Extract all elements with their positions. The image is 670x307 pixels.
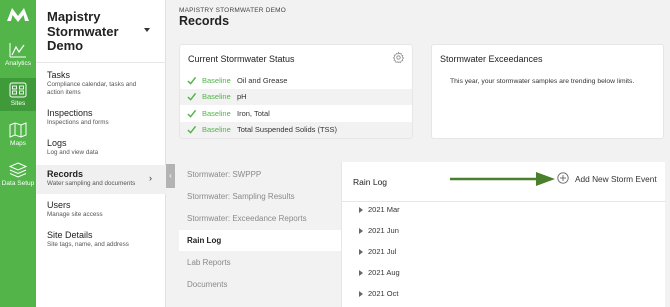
month-label: 2021 Aug <box>368 268 400 277</box>
rail-maps-label: Maps <box>10 140 26 147</box>
records-item-lab-reports[interactable]: Lab Reports <box>179 252 341 273</box>
nav-item-title: Logs <box>47 138 67 148</box>
month-group[interactable]: 2021 Jul <box>359 246 659 260</box>
check-icon <box>187 92 196 101</box>
maps-icon <box>9 122 27 138</box>
nav-item-title: Users <box>47 200 71 210</box>
breadcrumb[interactable]: MAPISTRY STORMWATER DEMO <box>179 7 286 14</box>
month-group[interactable]: 2021 Oct <box>359 288 659 302</box>
month-group[interactable]: 2021 Mar <box>359 204 659 218</box>
side-nav: Mapistry Stormwater Demo Tasks Complianc… <box>36 0 166 307</box>
records-item-rain-log[interactable]: Rain Log <box>179 230 341 251</box>
caret-right-icon <box>359 270 363 276</box>
caret-right-icon <box>359 249 363 255</box>
gear-icon[interactable] <box>392 51 405 64</box>
nav-item-subtitle: Manage site access <box>47 211 103 218</box>
status-row: Baseline Iron, Total <box>180 106 412 122</box>
parameter-name: Oil and Grease <box>237 76 288 85</box>
nav-item-logs[interactable]: Logs Log and view data <box>36 138 166 168</box>
rail-analytics[interactable]: Analytics <box>0 42 36 70</box>
organization-name[interactable]: Mapistry Stormwater Demo <box>47 9 147 54</box>
rail-sites-label: Sites <box>10 100 26 107</box>
nav-item-title: Inspections <box>47 108 93 118</box>
nav-item-records[interactable]: Records Water sampling and documents › <box>36 165 166 194</box>
nav-item-tasks[interactable]: Tasks Compliance calendar, tasks and act… <box>36 70 166 100</box>
arrow-right-icon <box>450 172 555 186</box>
check-icon <box>187 109 196 118</box>
nav-item-site-details[interactable]: Site Details Site tags, name, and addres… <box>36 230 166 260</box>
page-title: Records <box>179 14 230 28</box>
month-label: 2021 Jul <box>368 247 397 256</box>
status-row: Baseline Oil and Grease <box>180 73 412 89</box>
records-item-sampling-results[interactable]: Stormwater: Sampling Results <box>179 186 341 207</box>
analytics-icon <box>9 43 26 58</box>
status-label: Baseline <box>202 92 231 101</box>
status-row: Baseline Total Suspended Solids (TSS) <box>180 122 412 138</box>
nav-item-subtitle: Compliance calendar, tasks and action it… <box>47 81 137 96</box>
rail-data-setup-label: Data Setup <box>1 180 35 187</box>
sites-icon <box>9 82 27 98</box>
rain-log-title: Rain Log <box>353 177 388 187</box>
status-label: Baseline <box>202 109 231 118</box>
month-label: 2021 Mar <box>368 205 400 214</box>
current-status-card: Current Stormwater Status Baseline Oil a… <box>179 44 413 139</box>
status-label: Baseline <box>202 76 231 85</box>
month-label: 2021 Jun <box>368 226 399 235</box>
caret-right-icon <box>359 207 363 213</box>
caret-right-icon <box>359 291 363 297</box>
rain-log-divider <box>342 201 666 202</box>
exceedances-card: Stormwater Exceedances This year, your s… <box>431 44 664 139</box>
month-label: 2021 Oct <box>368 289 399 298</box>
rail-analytics-label: Analytics <box>4 60 31 67</box>
nav-item-users[interactable]: Users Manage site access <box>36 200 166 230</box>
parameter-name: Total Suspended Solids (TSS) <box>237 125 338 134</box>
month-group[interactable]: 2021 Jun <box>359 225 659 239</box>
status-row: Baseline pH <box>180 89 412 105</box>
status-label: Baseline <box>202 125 231 134</box>
nav-item-subtitle: Inspections and forms <box>47 119 109 126</box>
month-group[interactable]: 2021 Aug <box>359 267 659 281</box>
card-title: Current Stormwater Status <box>188 54 295 64</box>
nav-item-subtitle: Site tags, name, and address <box>47 241 129 248</box>
check-icon <box>187 76 196 85</box>
chevron-right-icon: › <box>149 173 152 183</box>
rail-sites[interactable]: Sites <box>0 78 36 111</box>
parameter-name: pH <box>237 92 247 101</box>
caret-down-icon[interactable] <box>144 28 150 32</box>
records-item-documents[interactable]: Documents <box>179 274 341 295</box>
database-icon <box>9 162 27 178</box>
plus-circle-icon <box>557 172 569 184</box>
rail-maps[interactable]: Maps <box>0 122 36 150</box>
parameter-name: Iron, Total <box>237 109 270 118</box>
nav-item-title: Site Details <box>47 230 93 240</box>
nav-divider <box>36 62 166 63</box>
records-item-exceedance-reports[interactable]: Stormwater: Exceedance Reports <box>179 208 341 229</box>
exceedances-message: This year, your stormwater samples are t… <box>450 78 635 85</box>
nav-item-subtitle: Water sampling and documents <box>47 180 136 187</box>
caret-right-icon <box>359 228 363 234</box>
collapse-nav-button[interactable]: ‹ <box>166 164 175 188</box>
add-storm-event-label: Add New Storm Event <box>575 174 657 184</box>
mapistry-logo-icon[interactable] <box>6 5 30 23</box>
add-storm-event-button[interactable]: Add New Storm Event <box>557 171 663 187</box>
nav-item-subtitle: Log and view data <box>47 149 99 156</box>
nav-item-inspections[interactable]: Inspections Inspections and forms <box>36 108 166 138</box>
card-title: Stormwater Exceedances <box>440 54 543 64</box>
check-icon <box>187 125 196 134</box>
rail-data-setup[interactable]: Data Setup <box>0 162 36 190</box>
app-rail: Analytics Sites Maps Data Setup <box>0 0 36 307</box>
rain-log-panel: Rain Log Add New Storm Event 2021 Mar 20… <box>341 162 666 307</box>
nav-item-title: Tasks <box>47 70 71 80</box>
records-item-swppp[interactable]: Stormwater: SWPPP <box>179 164 341 185</box>
records-category-list: Stormwater: SWPPP Stormwater: Sampling R… <box>179 162 341 307</box>
